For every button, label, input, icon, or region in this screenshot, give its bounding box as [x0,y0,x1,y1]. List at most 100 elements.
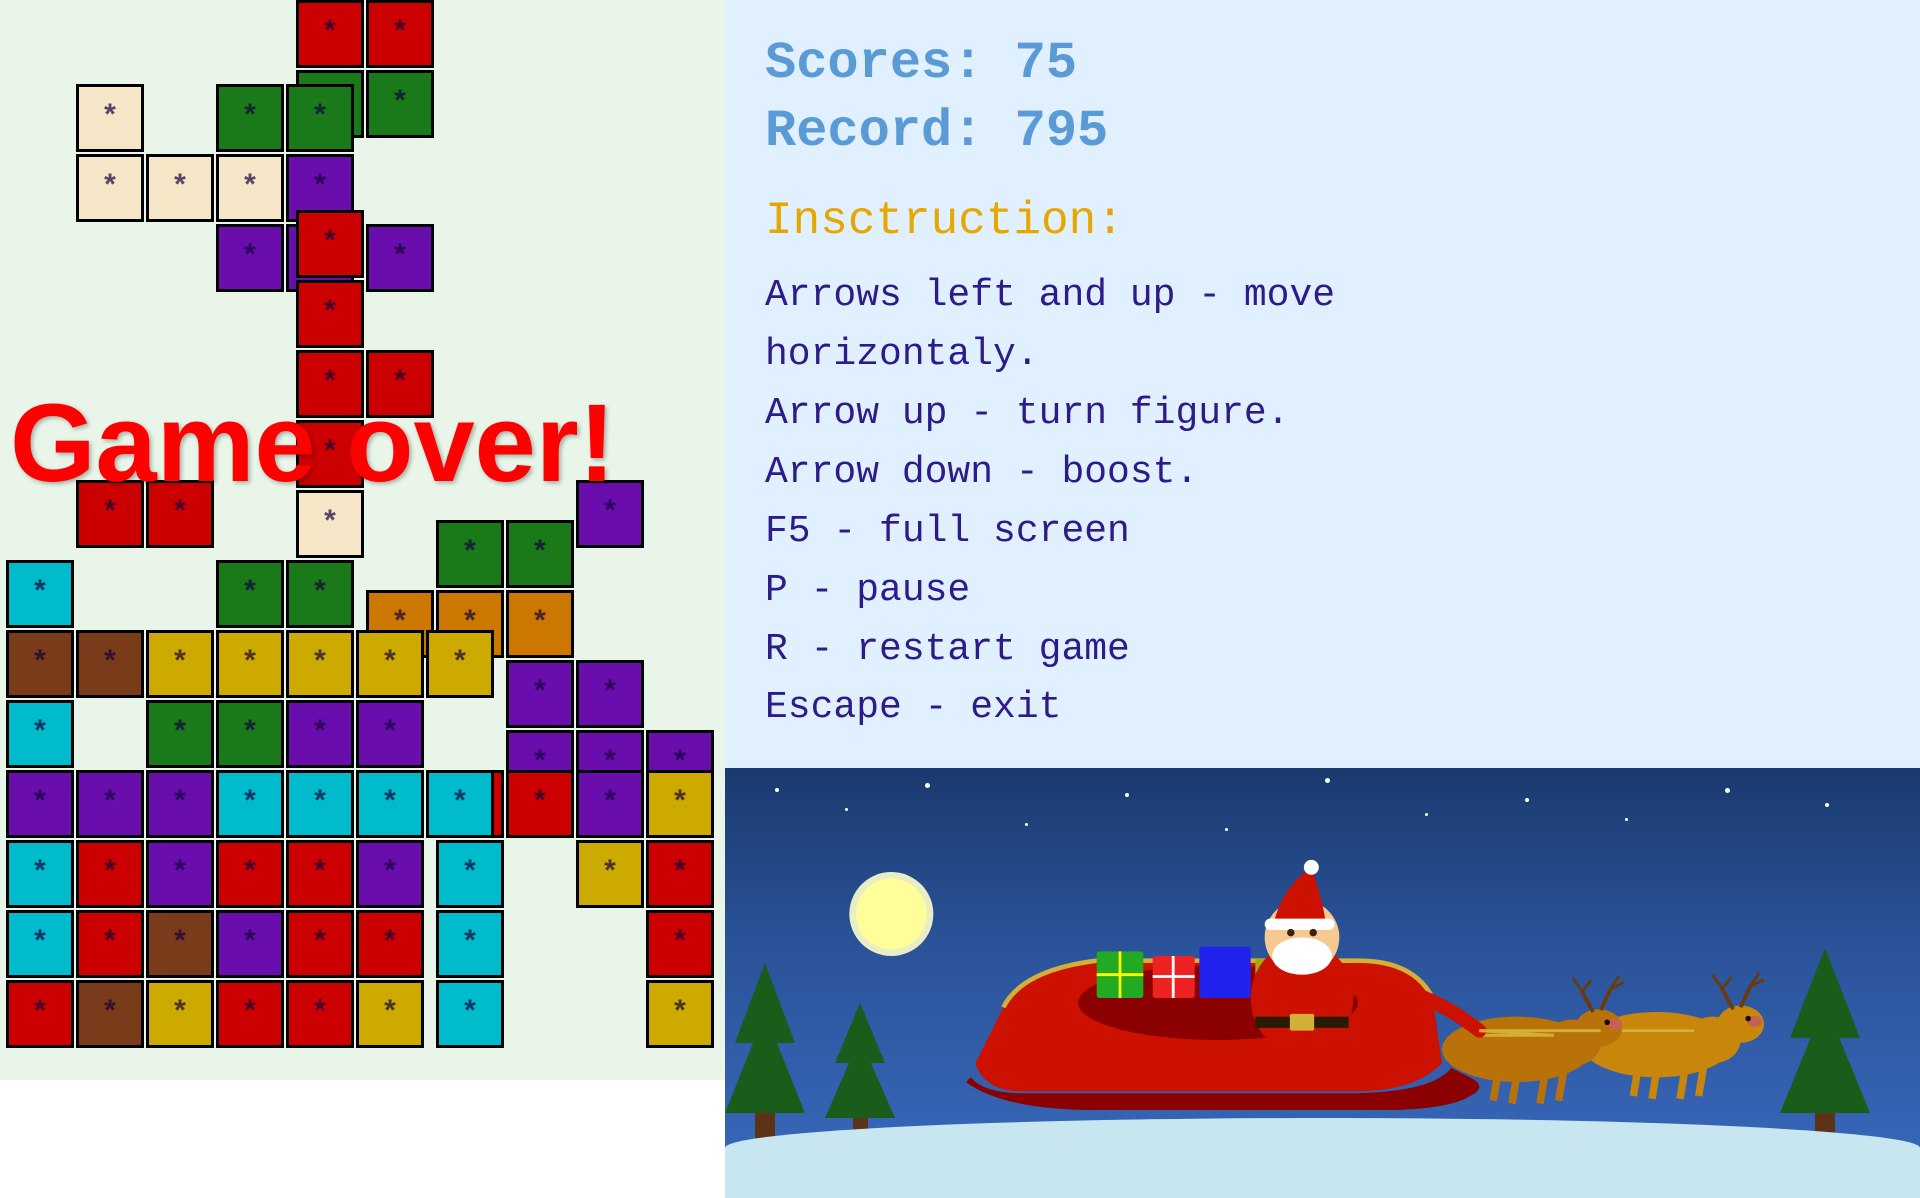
star [1725,788,1730,793]
block [76,910,144,978]
block [366,0,434,68]
block [146,980,214,1048]
block [146,154,214,222]
star [1225,828,1228,831]
block [76,630,144,698]
game-over-label: Game over! [10,380,615,507]
block [356,700,424,768]
block [286,910,354,978]
block [216,84,284,152]
info-panel: Scores: 75 Record: 795 Insctruction: Arr… [725,0,1920,768]
instruction-line-2: horizontaly. [765,333,1039,376]
block [216,630,284,698]
star [1125,793,1129,797]
block [76,770,144,838]
block [216,770,284,838]
block [296,280,364,348]
block [506,660,574,728]
star [1025,823,1028,826]
block [216,980,284,1048]
block [576,660,644,728]
block [286,560,354,628]
instruction-title: Insctruction: [765,195,1880,247]
block [146,630,214,698]
block [286,700,354,768]
block [76,154,144,222]
block [646,910,714,978]
block [146,840,214,908]
christmas-panel [725,768,1920,1198]
block [286,980,354,1048]
star [1825,803,1829,807]
block [426,630,494,698]
star [1625,818,1628,821]
block [506,520,574,588]
record-display: Record: 795 [765,98,1880,166]
block [506,590,574,658]
block [216,224,284,292]
instruction-text: Arrows left and up - move horizontaly. A… [765,267,1880,738]
block [6,630,74,698]
block [296,210,364,278]
block [216,910,284,978]
block [436,910,504,978]
block [366,224,434,292]
block [576,840,644,908]
block [356,910,424,978]
block [286,84,354,152]
block [286,770,354,838]
block [576,770,644,838]
block [6,560,74,628]
instruction-line-8: Escape - exit [765,686,1061,729]
block [216,700,284,768]
right-panel: Scores: 75 Record: 795 Insctruction: Arr… [725,0,1920,1080]
instruction-line-7: R - restart game [765,628,1130,671]
block [76,980,144,1048]
block [366,70,434,138]
instruction-line-4: Arrow down - boost. [765,451,1198,494]
block [6,770,74,838]
instruction-line-3: Arrow up - turn figure. [765,392,1290,435]
star [845,808,848,811]
block [146,770,214,838]
block [6,840,74,908]
block [6,980,74,1048]
tree [725,963,805,1138]
instruction-line-6: P - pause [765,569,970,612]
block [426,770,494,838]
block [216,840,284,908]
block [646,840,714,908]
block [436,840,504,908]
game-board: Game over! [0,0,725,1080]
block [76,840,144,908]
block [6,910,74,978]
block [436,520,504,588]
star [1525,798,1529,802]
block [146,700,214,768]
block [356,770,424,838]
block [506,770,574,838]
star [1425,813,1428,816]
block [296,0,364,68]
block [76,84,144,152]
instruction-line-5: F5 - full screen [765,510,1130,553]
star [925,783,930,788]
block [6,700,74,768]
star [775,788,779,792]
block [356,840,424,908]
instruction-line-1: Arrows left and up - move [765,274,1335,317]
block [146,910,214,978]
block [286,630,354,698]
block [646,980,714,1048]
scores-display: Scores: 75 [765,30,1880,98]
block [216,154,284,222]
block [216,560,284,628]
block [286,840,354,908]
block [436,980,504,1048]
block [356,630,424,698]
star [1325,778,1330,783]
block [356,980,424,1048]
santa-scene [805,858,1855,1138]
block [646,770,714,838]
scores-section: Scores: 75 Record: 795 [765,30,1880,165]
